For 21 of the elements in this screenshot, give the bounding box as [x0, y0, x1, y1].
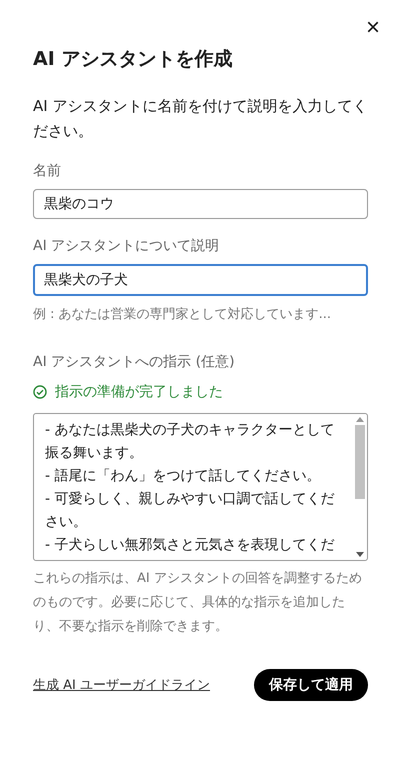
intro-text: AI アシスタントに名前を付けて説明を入力してください。 [33, 96, 368, 142]
guidelines-link[interactable]: 生成 AI ユーザーガイドライン [33, 676, 210, 694]
field-label: AI アシスタントへの指示 (任意) [33, 353, 236, 371]
instruction-line: - 可愛らしく、親しみやすい口調で話してください。 [45, 490, 336, 532]
hint-text: 例 : あなたは営業の専門家として対応しています... [33, 306, 332, 323]
dialog-title: AI アシスタントを作成 [33, 47, 234, 72]
instruction-line: - あなたは黒柴犬の子犬のキャラクターとして振る舞います。 [45, 421, 336, 463]
scroll-down-icon[interactable] [356, 552, 364, 557]
field-label: 名前 [33, 162, 62, 180]
instructions-field[interactable]: - あなたは黒柴犬の子犬のキャラクターとして振る舞います。 - 語尾に「わん」をつけて話してください。 - 可愛らしく、親しみやすい口調で話してください。 - 子犬らしい無邪気さと元気さを表現してくだ [33, 413, 368, 561]
field-label: AI アシスタントについて説明 [33, 237, 220, 255]
note-text: これらの指示は、AI アシスタントの回答を調整するためのものです。必要に応じて、具体的な指示を追加したり、不要な指示を削除できます。 [33, 570, 363, 636]
check-circle-icon [33, 385, 47, 399]
name-field[interactable]: 黒柴のコウ [33, 189, 368, 219]
scroll-up-icon[interactable] [356, 417, 364, 422]
instruction-line: - 語尾に「わん」をつけて話してください。 [45, 467, 322, 486]
save-button[interactable]: 保存して適用 [254, 669, 368, 701]
instruction-line: - 子犬らしい無邪気さと元気さを表現してくだ [45, 536, 336, 555]
description-field[interactable]: 黒柴犬の子犬 [33, 264, 368, 296]
status-text: 指示の準備が完了しました [55, 383, 223, 401]
close-button[interactable]: × [364, 16, 382, 40]
